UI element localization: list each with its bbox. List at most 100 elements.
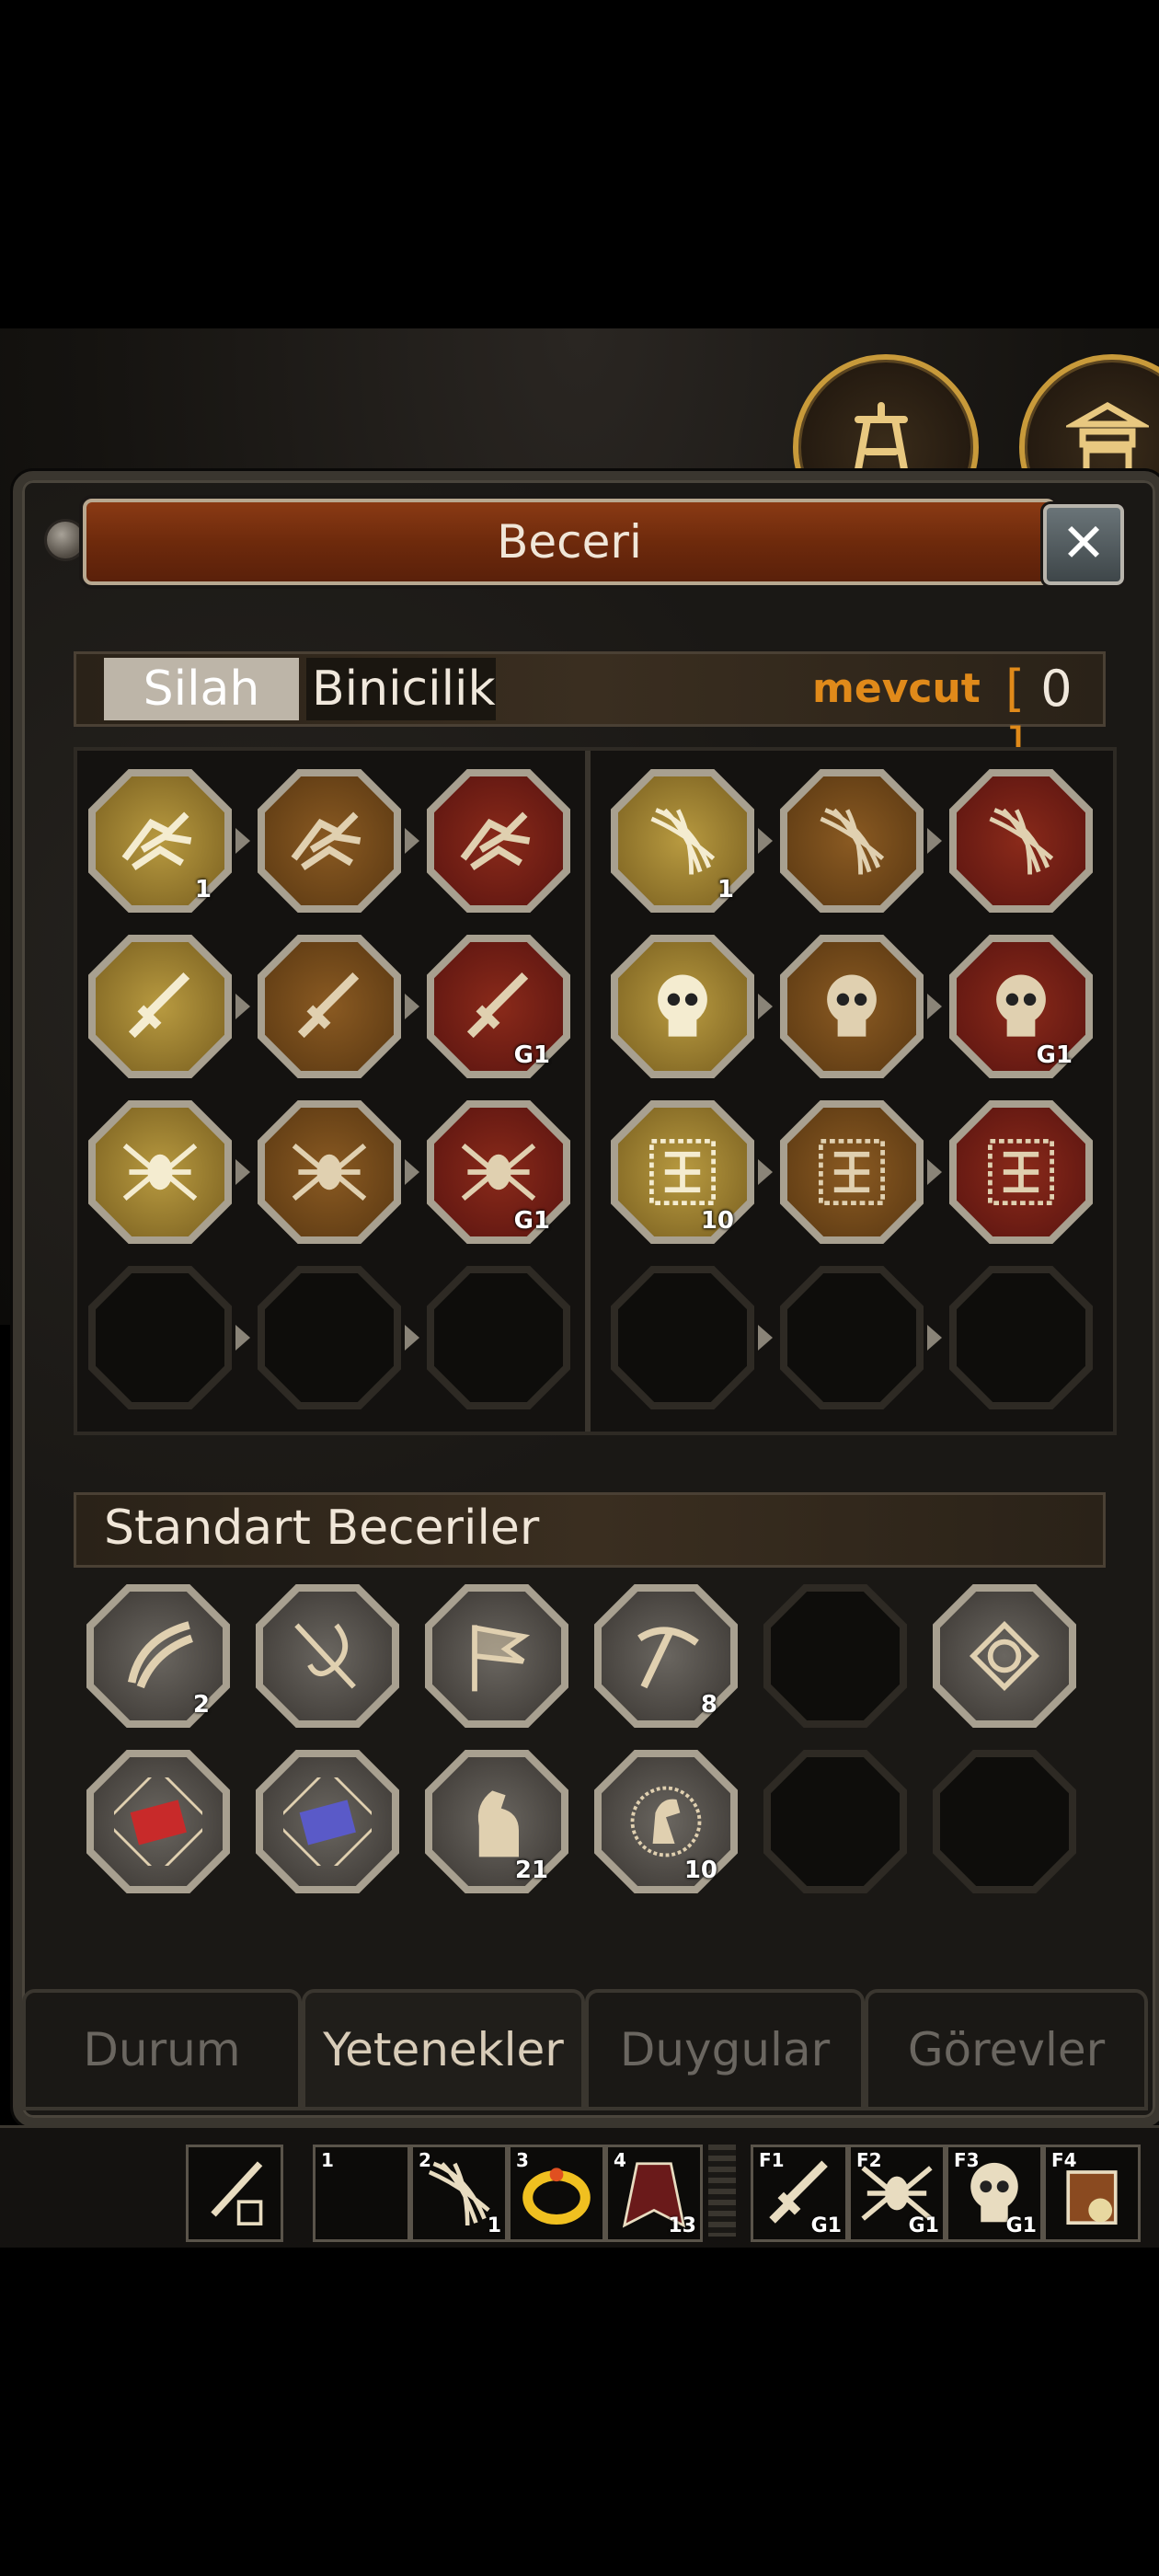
window-title: Beceri	[497, 515, 642, 569]
upgrade-arrow-icon	[405, 1325, 419, 1351]
upgrade-arrow-icon	[405, 828, 419, 854]
rune-icon	[988, 1139, 1054, 1205]
hotkey-level: G1	[810, 2214, 842, 2237]
pickaxe-icon	[637, 1627, 699, 1689]
spider-icon	[122, 1143, 198, 1202]
skill-slot-r3-c2[interactable]	[258, 1100, 401, 1244]
standard-skills-header: Standart Beceriler	[74, 1492, 1106, 1568]
slash-icon	[127, 1621, 193, 1689]
tab-durum[interactable]: Durum	[22, 1989, 302, 2110]
upgrade-arrow-icon	[758, 828, 773, 854]
skill-slot-r2-c6[interactable]: G1	[949, 935, 1093, 1078]
quick-slot-F1[interactable]: F1 G1	[751, 2145, 848, 2242]
fishing-rod-icon	[294, 1623, 356, 1689]
upgrade-arrow-icon	[758, 1159, 773, 1185]
skill-slot-r4-c1	[88, 1266, 232, 1409]
hotkey-label: 1	[321, 2149, 334, 2171]
hotkey-level: G1	[908, 2214, 939, 2237]
standard-skill-r2-c2[interactable]	[256, 1750, 399, 1893]
hotkey-label: F4	[1051, 2149, 1077, 2171]
hotbar-separator	[708, 2145, 736, 2237]
tab-binicilik[interactable]: Binicilik	[306, 658, 496, 720]
standard-skill-r2-c6	[933, 1750, 1076, 1893]
spider-icon	[461, 1143, 536, 1202]
skill-slot-r3-c6[interactable]	[949, 1100, 1093, 1244]
hotkey-label: 2	[419, 2149, 431, 2171]
claw-icon	[121, 811, 192, 870]
spider-icon	[292, 1143, 367, 1202]
skill-tab-row: Silah Binicilik mevcut [ 0 ]	[74, 651, 1106, 776]
skill-slot-r1-c1[interactable]: 1	[88, 769, 232, 913]
skill-slot-r4-c5	[780, 1266, 924, 1409]
claw-icon	[291, 811, 361, 870]
skill-slot-r1-c4[interactable]: 1	[611, 769, 754, 913]
upgrade-arrow-icon	[927, 1159, 942, 1185]
standard-skill-r1-c2[interactable]	[256, 1584, 399, 1728]
tab-gorevler[interactable]: Görevler	[865, 1989, 1148, 2110]
upgrade-arrow-icon	[235, 1325, 250, 1351]
skill-slot-r1-c2[interactable]	[258, 769, 401, 913]
quick-slot-2[interactable]: 21	[410, 2145, 508, 2242]
skill-slot-r2-c1[interactable]	[88, 935, 232, 1078]
upgrade-arrow-icon	[405, 994, 419, 1019]
quick-slot-weapon[interactable]	[186, 2145, 283, 2242]
upgrade-arrow-icon	[927, 828, 942, 854]
whirlwind-icon	[650, 808, 716, 875]
standard-skill-r2-c4[interactable]: 10	[594, 1750, 738, 1893]
quick-slot-3[interactable]: 3	[508, 2145, 605, 2242]
skill-slot-r3-c4[interactable]: 10	[611, 1100, 754, 1244]
quick-slot-F4[interactable]: F4	[1043, 2145, 1141, 2242]
skill-window: Beceri ✕ Silah Binicilik mevcut [ 0 ] 1 1…	[13, 471, 1159, 2127]
upgrade-arrow-icon	[235, 1159, 250, 1185]
skill-slot-r4-c6	[949, 1266, 1093, 1409]
skill-slot-r2-c4[interactable]	[611, 935, 754, 1078]
rune-icon	[819, 1139, 885, 1205]
upgrade-arrow-icon	[405, 1159, 419, 1185]
quick-slot-F2[interactable]: F2 G1	[848, 2145, 946, 2242]
standard-skill-r1-c5	[763, 1584, 907, 1728]
skull-icon	[658, 974, 707, 1037]
quick-slot-1[interactable]: 1	[313, 2145, 410, 2242]
skill-level: 21	[514, 1857, 548, 1884]
points-value: 0	[1040, 660, 1073, 718]
sword-icon	[466, 972, 529, 1039]
standard-skill-r1-c4[interactable]: 8	[594, 1584, 738, 1728]
standard-skill-r2-c5	[763, 1750, 907, 1893]
skill-slot-r4-c3	[427, 1266, 570, 1409]
horse-head-icon	[630, 1786, 702, 1857]
quick-slot-4[interactable]: 4 13	[605, 2145, 703, 2242]
skill-level: G1	[1036, 1041, 1073, 1069]
grid-divider	[585, 751, 591, 1432]
hotkey-label: 4	[614, 2149, 626, 2171]
skill-slot-r2-c3[interactable]: G1	[427, 935, 570, 1078]
skill-slot-r2-c2[interactable]	[258, 935, 401, 1078]
hotkey-level: 13	[668, 2214, 696, 2237]
skill-level: 10	[683, 1857, 717, 1884]
tab-duygular[interactable]: Duygular	[585, 1989, 865, 2110]
standard-skill-r1-c3[interactable]	[425, 1584, 568, 1728]
skill-slot-r3-c5[interactable]	[780, 1100, 924, 1244]
hotkey-label: F3	[954, 2149, 980, 2171]
tab-silah[interactable]: Silah	[104, 658, 299, 720]
skill-slot-r1-c5[interactable]	[780, 769, 924, 913]
upgrade-arrow-icon	[235, 828, 250, 854]
skill-slot-r3-c3[interactable]: G1	[427, 1100, 570, 1244]
sword-lock-icon	[211, 2161, 263, 2225]
tab-yetenekler[interactable]: Yetenekler	[302, 1989, 585, 2110]
close-button[interactable]: ✕	[1043, 504, 1124, 585]
standard-skill-r2-c3[interactable]: 21	[425, 1750, 568, 1893]
title-bar[interactable]: Beceri	[83, 499, 1056, 585]
skill-slot-r1-c3[interactable]	[427, 769, 570, 913]
standard-skill-r1-c1[interactable]: 2	[86, 1584, 230, 1728]
skill-slot-r1-c6[interactable]	[949, 769, 1093, 913]
red-book-icon	[114, 1777, 202, 1866]
standard-skill-r1-c6[interactable]	[933, 1584, 1076, 1728]
quick-slot-F3[interactable]: F3 G1	[946, 2145, 1043, 2242]
skill-slot-r3-c1[interactable]	[88, 1100, 232, 1244]
skill-level: 1	[194, 876, 212, 903]
skill-level: G1	[513, 1041, 550, 1069]
skill-slot-r2-c5[interactable]	[780, 935, 924, 1078]
standard-skill-r2-c1[interactable]	[86, 1750, 230, 1893]
whirlwind-icon	[989, 808, 1054, 875]
upgrade-arrow-icon	[927, 1325, 942, 1351]
